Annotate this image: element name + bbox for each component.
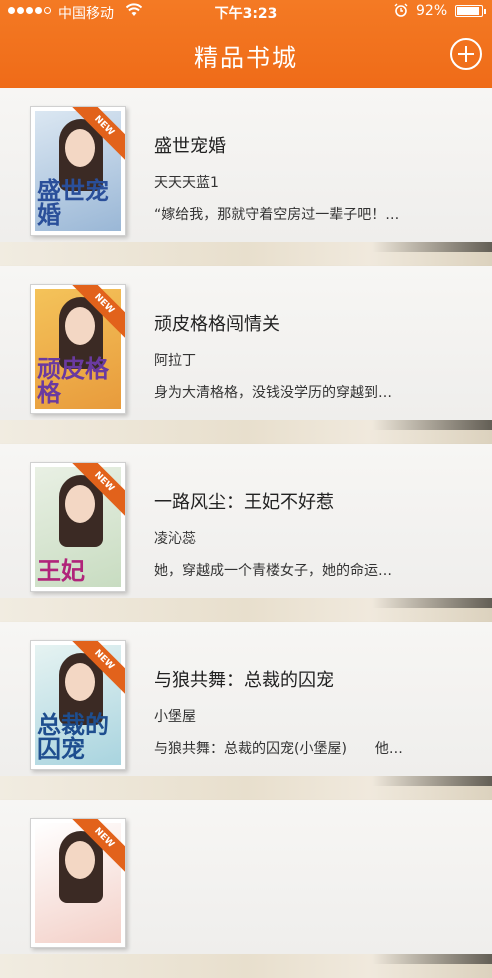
battery-level: [457, 7, 479, 15]
battery-icon: [455, 5, 483, 17]
battery-tip: [484, 9, 486, 14]
book-author: 小堡屋: [154, 709, 196, 725]
book-cover[interactable]: 盛世宠婚 NEW: [30, 106, 126, 236]
cover-figure-face: [65, 307, 95, 345]
page-title: 精品书城: [194, 44, 298, 72]
battery-percent: 92%: [416, 3, 448, 19]
cover-title-text: 王妃: [37, 556, 85, 585]
cover-figure-face: [65, 841, 95, 879]
book-description: “嫁给我，那就守着空房过一辈子吧！…: [154, 207, 400, 223]
book-row[interactable]: NEW: [0, 800, 492, 978]
book-row[interactable]: 盛世宠婚 NEW 盛世宠婚 天天天蓝1 “嫁给我，那就守着空房过一辈子吧！…: [0, 88, 492, 266]
book-cover[interactable]: NEW: [30, 818, 126, 948]
shelf-shadow: [372, 598, 492, 608]
shelf-shadow: [372, 242, 492, 252]
book-title: 与狼共舞：总裁的囚宠: [154, 670, 334, 691]
book-card[interactable]: NEW: [0, 800, 492, 954]
shelf-shadow: [372, 776, 492, 786]
cover-title-text: 顽皮格格: [37, 354, 109, 407]
book-card[interactable]: 盛世宠婚 NEW 盛世宠婚 天天天蓝1 “嫁给我，那就守着空房过一辈子吧！…: [0, 88, 492, 242]
alarm-clock-icon: [394, 3, 408, 21]
book-title: 一路风尘：王妃不好惹: [154, 492, 334, 513]
book-row[interactable]: 王妃 NEW 一路风尘：王妃不好惹 凌沁蕊 她，穿越成一个青楼女子，她的命运…: [0, 444, 492, 622]
cover-figure-face: [65, 129, 95, 167]
cover-figure-face: [65, 663, 95, 701]
cover-title-text: 盛世宠婚: [37, 176, 109, 229]
book-row[interactable]: 总裁的囚宠 NEW 与狼共舞：总裁的囚宠 小堡屋 与狼共舞：总裁的囚宠(小堡屋)…: [0, 622, 492, 800]
cover-figure-face: [65, 485, 95, 523]
book-row[interactable]: 顽皮格格 NEW 顽皮格格闯情关 阿拉丁 身为大清格格，没钱没学历的穿越到…: [0, 266, 492, 444]
cover-title-text: 总裁的囚宠: [37, 710, 109, 763]
book-card[interactable]: 顽皮格格 NEW 顽皮格格闯情关 阿拉丁 身为大清格格，没钱没学历的穿越到…: [0, 266, 492, 420]
book-title: 顽皮格格闯情关: [154, 314, 280, 335]
book-card[interactable]: 总裁的囚宠 NEW 与狼共舞：总裁的囚宠 小堡屋 与狼共舞：总裁的囚宠(小堡屋)…: [0, 622, 492, 776]
book-author: 阿拉丁: [154, 353, 196, 369]
book-description: 与狼共舞：总裁的囚宠(小堡屋) 他…: [154, 741, 403, 757]
status-bar: 中国移动 下午3:23 92%: [0, 0, 492, 24]
shelf-shadow: [372, 420, 492, 430]
book-cover[interactable]: 王妃 NEW: [30, 462, 126, 592]
book-author: 天天天蓝1: [154, 175, 219, 191]
shelf-shadow: [372, 954, 492, 964]
add-button-plus-circle-icon[interactable]: [450, 38, 482, 70]
book-cover[interactable]: 总裁的囚宠 NEW: [30, 640, 126, 770]
book-author: 凌沁蕊: [154, 531, 196, 547]
book-description: 身为大清格格，没钱没学历的穿越到…: [154, 385, 392, 401]
book-title: 盛世宠婚: [154, 136, 226, 157]
book-description: 她，穿越成一个青楼女子，她的命运…: [154, 563, 392, 579]
book-list: 盛世宠婚 NEW 盛世宠婚 天天天蓝1 “嫁给我，那就守着空房过一辈子吧！… 顽…: [0, 88, 492, 978]
book-cover[interactable]: 顽皮格格 NEW: [30, 284, 126, 414]
book-card[interactable]: 王妃 NEW 一路风尘：王妃不好惹 凌沁蕊 她，穿越成一个青楼女子，她的命运…: [0, 444, 492, 598]
top-bar: 中国移动 下午3:23 92% 精品书城: [0, 0, 492, 88]
